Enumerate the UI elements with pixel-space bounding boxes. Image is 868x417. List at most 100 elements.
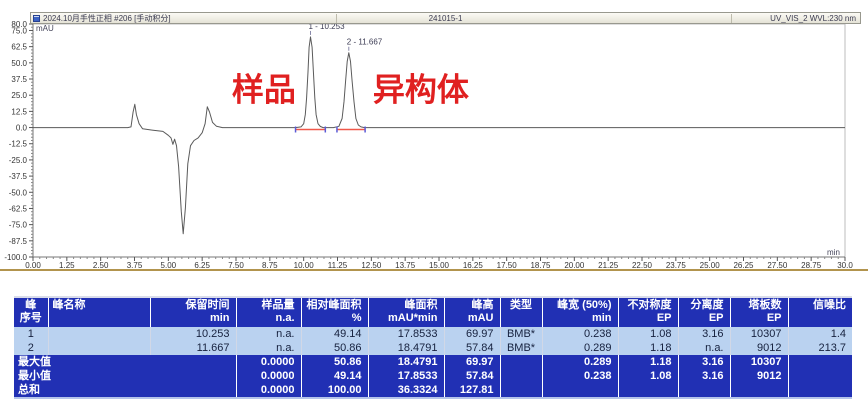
cell[interactable]: 100.00	[301, 383, 368, 398]
y-tick-label: 12.5	[11, 107, 27, 116]
x-tick-label: 21.25	[598, 261, 619, 270]
column-header[interactable]: 峰高mAU	[444, 297, 500, 327]
x-tick-label: 13.75	[395, 261, 416, 270]
cell[interactable]: 127.81	[444, 383, 500, 398]
cell[interactable]: 1.4	[788, 327, 852, 341]
cell[interactable]	[678, 383, 730, 398]
x-tick-label: 26.25	[733, 261, 754, 270]
summary-row[interactable]: 最小值0.000049.1417.853357.840.2381.083.169…	[14, 369, 852, 383]
cell[interactable]: 11.667	[150, 341, 236, 355]
column-header[interactable]: 类型	[500, 297, 542, 327]
cell[interactable]: 9012	[730, 341, 788, 355]
cell[interactable]: 1	[14, 327, 48, 341]
cell[interactable]: 10.253	[150, 327, 236, 341]
cell[interactable]: 1.08	[618, 369, 678, 383]
table-body: 110.253n.a.49.1417.853369.97BMB*0.2381.0…	[14, 327, 852, 398]
cell[interactable]	[788, 383, 852, 398]
y-axis-unit: mAU	[36, 24, 54, 33]
cell[interactable]: 69.97	[444, 355, 500, 369]
cell[interactable]: 49.14	[301, 327, 368, 341]
cell[interactable]: 18.4791	[368, 341, 444, 355]
injection-icon	[33, 15, 40, 22]
column-header[interactable]: 塔板数EP	[730, 297, 788, 327]
cell[interactable]	[618, 383, 678, 398]
summary-row[interactable]: 最大值0.000050.8618.479169.97 0.2891.183.161…	[14, 355, 852, 369]
cell[interactable]: 0.238	[542, 369, 618, 383]
column-header[interactable]: 不对称度EP	[618, 297, 678, 327]
cell[interactable]: 49.14	[301, 369, 368, 383]
summary-label: 最大值	[14, 355, 236, 369]
cell[interactable]	[500, 369, 542, 383]
y-tick-label: -62.5	[9, 204, 28, 213]
x-tick-label: 23.75	[666, 261, 687, 270]
summary-row[interactable]: 总和0.0000100.0036.3324127.81	[14, 383, 852, 398]
table-row[interactable]: 211.667n.a.50.8618.479157.84BMB*0.2891.1…	[14, 341, 852, 355]
cell[interactable]: 3.16	[678, 369, 730, 383]
cell[interactable]: n.a.	[678, 341, 730, 355]
cell[interactable]: 1.18	[618, 355, 678, 369]
y-tick-label: 62.5	[11, 43, 27, 52]
chromatogram-trace	[33, 37, 845, 234]
column-header[interactable]: 峰宽 (50%)min	[542, 297, 618, 327]
cell[interactable]: BMB*	[500, 327, 542, 341]
cell[interactable]: 3.16	[678, 327, 730, 341]
x-tick-label: 8.75	[262, 261, 278, 270]
cell[interactable]: 3.16	[678, 355, 730, 369]
cell[interactable]: 18.4791	[368, 355, 444, 369]
cell[interactable]	[48, 341, 150, 355]
cell[interactable]	[500, 383, 542, 398]
column-header[interactable]: 信噪比	[788, 297, 852, 327]
cell[interactable]: n.a.	[236, 327, 301, 341]
x-tick-label: 30.0	[837, 261, 853, 270]
manual-annotation: 样品	[232, 71, 296, 107]
cell[interactable]: 0.289	[542, 341, 618, 355]
cell[interactable]: 50.86	[301, 341, 368, 355]
x-tick-label: 3.75	[127, 261, 143, 270]
cell[interactable]: 36.3324	[368, 383, 444, 398]
cell[interactable]: 17.8533	[368, 327, 444, 341]
cell[interactable]: BMB*	[500, 341, 542, 355]
column-header[interactable]: 分离度EP	[678, 297, 730, 327]
cell[interactable]: 1.08	[618, 327, 678, 341]
column-header[interactable]: 保留时间min	[150, 297, 236, 327]
cell[interactable]: 10307	[730, 355, 788, 369]
column-header[interactable]: 峰面积mAU*min	[368, 297, 444, 327]
column-header[interactable]: 峰名称	[48, 297, 150, 327]
cell[interactable]: 0.0000	[236, 383, 301, 398]
cell[interactable]: 0.0000	[236, 369, 301, 383]
cell[interactable]: 57.84	[444, 369, 500, 383]
cell[interactable]: n.a.	[236, 341, 301, 355]
cell[interactable]: 17.8533	[368, 369, 444, 383]
column-header[interactable]: 相对峰面积%	[301, 297, 368, 327]
sample-id: 241015-1	[429, 14, 463, 23]
cell[interactable]: 57.84	[444, 341, 500, 355]
cell[interactable]: 0.238	[542, 327, 618, 341]
cell[interactable]: 0.289	[542, 355, 618, 369]
cell[interactable]	[500, 355, 542, 369]
x-tick-label: 16.25	[463, 261, 484, 270]
column-header[interactable]: 样品量n.a.	[236, 297, 301, 327]
cell[interactable]	[542, 383, 618, 398]
cell[interactable]	[48, 327, 150, 341]
panel-bottom-border	[0, 269, 868, 271]
chromatogram-header: 2024.10月手性正相 #206 [手动积分] 241015-1 UV_VIS…	[30, 12, 861, 24]
header-row: 峰序号峰名称 保留时间min样品量n.a.相对峰面积%峰面积mAU*min峰高m…	[14, 297, 852, 327]
cell[interactable]: 2	[14, 341, 48, 355]
table-row[interactable]: 1 10.253n.a.49.1417.853369.97BMB*0.2381.0…	[14, 327, 852, 341]
cell[interactable]	[730, 383, 788, 398]
cell[interactable]: 0.0000	[236, 355, 301, 369]
chromatogram-plot[interactable]: 80.075.062.550.037.525.012.50.0-12.5-25.…	[0, 0, 868, 276]
column-header[interactable]: 峰序号	[14, 297, 48, 327]
cell[interactable]: 50.86	[301, 355, 368, 369]
cell[interactable]: 9012	[730, 369, 788, 383]
y-tick-label: -87.5	[9, 237, 28, 246]
cell[interactable]: 10307	[730, 327, 788, 341]
cell[interactable]	[788, 369, 852, 383]
x-tick-label: 0.00	[25, 261, 41, 270]
header-divider	[731, 14, 732, 23]
x-tick-label: 6.25	[194, 261, 210, 270]
cell[interactable]: 213.7	[788, 341, 852, 355]
cell[interactable]: 69.97	[444, 327, 500, 341]
cell[interactable]: 1.18	[618, 341, 678, 355]
cell[interactable]	[788, 355, 852, 369]
